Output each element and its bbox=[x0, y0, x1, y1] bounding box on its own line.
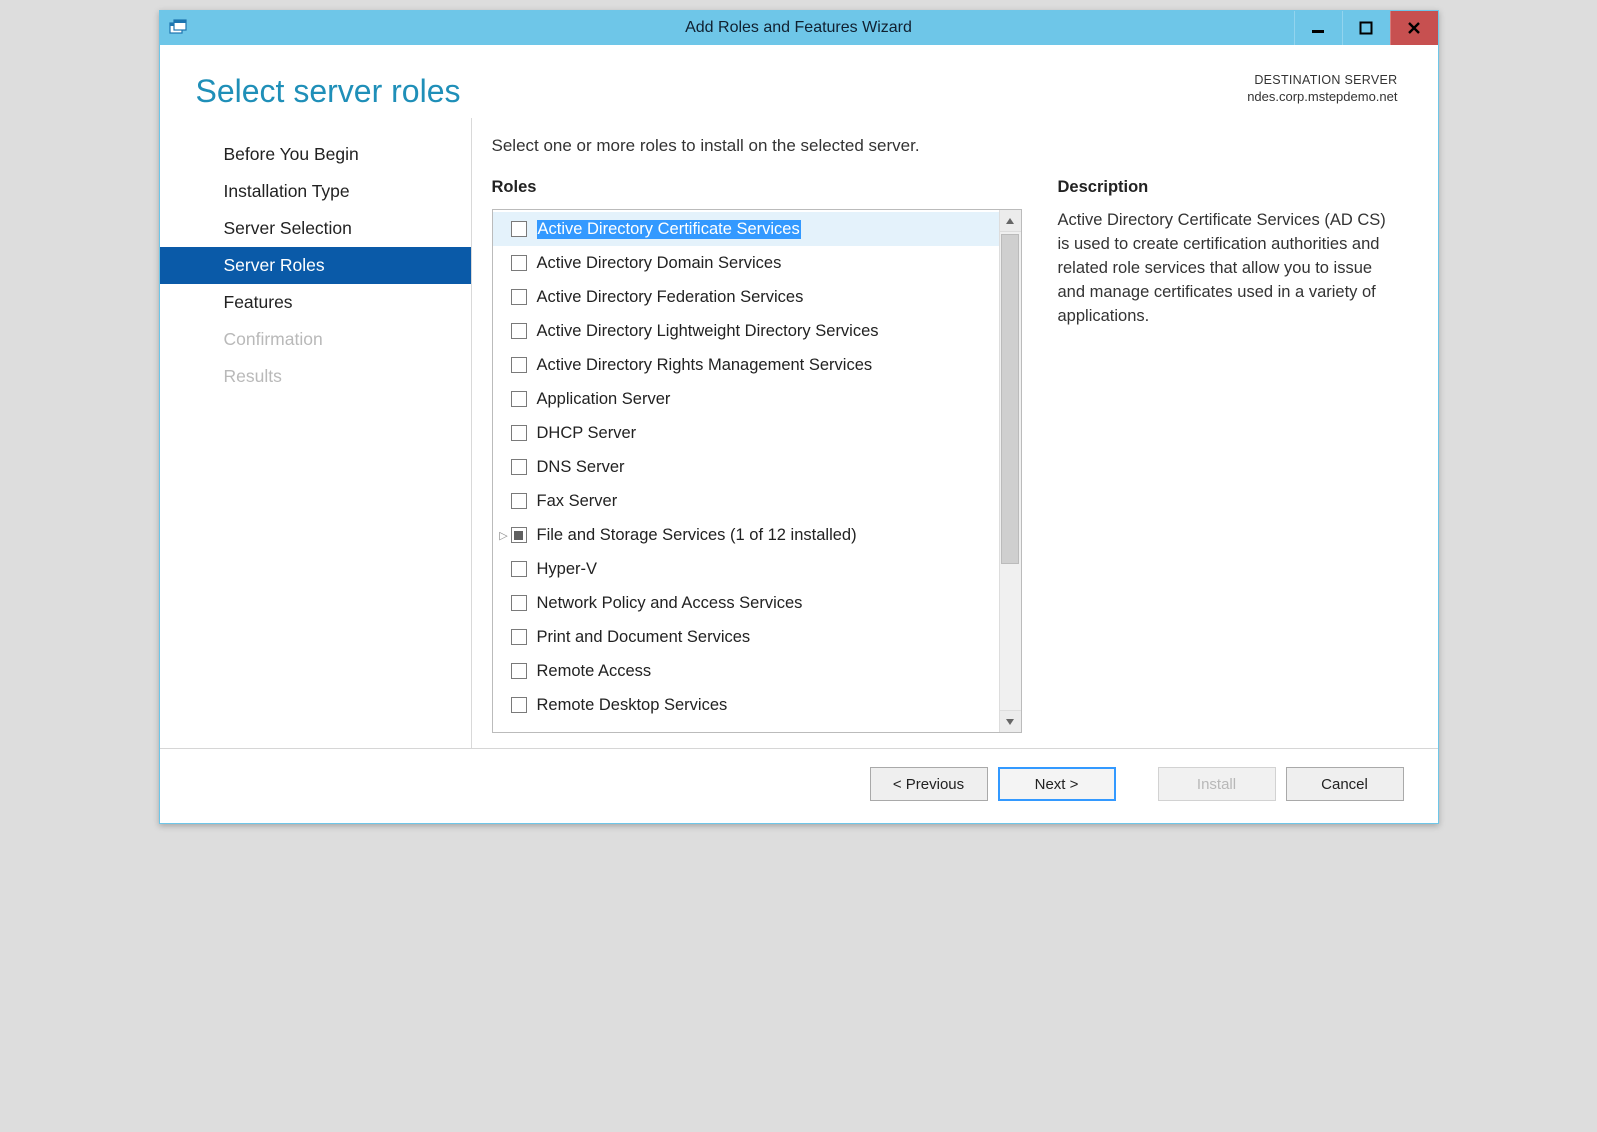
role-checkbox[interactable] bbox=[511, 629, 527, 645]
nav-installation-type[interactable]: Installation Type bbox=[160, 173, 471, 210]
description-heading: Description bbox=[1058, 178, 1400, 197]
role-label: Remote Desktop Services bbox=[537, 696, 728, 715]
destination-server: ndes.corp.mstepdemo.net bbox=[1247, 89, 1397, 104]
scroll-down-button[interactable] bbox=[1000, 710, 1021, 732]
roles-scrollbar[interactable] bbox=[999, 210, 1021, 732]
minimize-button[interactable] bbox=[1294, 11, 1342, 45]
role-checkbox[interactable] bbox=[511, 323, 527, 339]
main-panel: Select one or more roles to install on t… bbox=[492, 118, 1400, 748]
role-row[interactable]: DHCP Server bbox=[493, 416, 999, 450]
role-label: Print and Document Services bbox=[537, 628, 751, 647]
nav-server-selection[interactable]: Server Selection bbox=[160, 210, 471, 247]
role-checkbox[interactable] bbox=[511, 221, 527, 237]
role-row[interactable]: Active Directory Rights Management Servi… bbox=[493, 348, 999, 382]
role-label: Active Directory Certificate Services bbox=[537, 220, 801, 239]
cancel-button[interactable]: Cancel bbox=[1286, 767, 1404, 801]
scroll-up-button[interactable] bbox=[1000, 210, 1021, 232]
window-title: Add Roles and Features Wizard bbox=[160, 19, 1438, 37]
role-label: Hyper-V bbox=[537, 560, 598, 579]
role-checkbox[interactable] bbox=[511, 289, 527, 305]
role-label: Active Directory Federation Services bbox=[537, 288, 804, 307]
role-label: Active Directory Domain Services bbox=[537, 254, 782, 273]
role-row[interactable]: Fax Server bbox=[493, 484, 999, 518]
role-label: Remote Access bbox=[537, 662, 652, 681]
role-checkbox[interactable] bbox=[511, 561, 527, 577]
role-label: Active Directory Rights Management Servi… bbox=[537, 356, 873, 375]
role-checkbox[interactable] bbox=[511, 425, 527, 441]
titlebar[interactable]: Add Roles and Features Wizard bbox=[160, 11, 1438, 45]
role-label: Network Policy and Access Services bbox=[537, 594, 803, 613]
role-checkbox[interactable] bbox=[511, 595, 527, 611]
role-row[interactable]: DNS Server bbox=[493, 450, 999, 484]
role-row[interactable]: Network Policy and Access Services bbox=[493, 586, 999, 620]
content-area: Select server roles DESTINATION SERVER n… bbox=[160, 45, 1438, 823]
close-button[interactable] bbox=[1390, 11, 1438, 45]
destination-label: DESTINATION SERVER bbox=[1247, 73, 1397, 87]
role-checkbox[interactable] bbox=[511, 527, 527, 543]
role-label: Active Directory Lightweight Directory S… bbox=[537, 322, 879, 341]
role-label: Fax Server bbox=[537, 492, 618, 511]
role-row[interactable]: Print and Document Services bbox=[493, 620, 999, 654]
description-text: Active Directory Certificate Services (A… bbox=[1058, 209, 1400, 329]
nav-server-roles[interactable]: Server Roles bbox=[160, 247, 471, 284]
role-checkbox[interactable] bbox=[511, 697, 527, 713]
scrollbar-thumb[interactable] bbox=[1001, 234, 1019, 564]
wizard-window: Add Roles and Features Wizard Select ser… bbox=[159, 10, 1439, 824]
roles-heading: Roles bbox=[492, 178, 1022, 197]
expand-arrow-icon[interactable]: ▷ bbox=[497, 529, 511, 542]
role-row[interactable]: Hyper-V bbox=[493, 552, 999, 586]
role-row[interactable]: Remote Access bbox=[493, 654, 999, 688]
install-button: Install bbox=[1158, 767, 1276, 801]
role-row[interactable]: Active Directory Lightweight Directory S… bbox=[493, 314, 999, 348]
role-checkbox[interactable] bbox=[511, 493, 527, 509]
previous-button[interactable]: < Previous bbox=[870, 767, 988, 801]
maximize-button[interactable] bbox=[1342, 11, 1390, 45]
role-checkbox[interactable] bbox=[511, 357, 527, 373]
window-controls bbox=[1294, 11, 1438, 45]
role-row[interactable]: ▷ File and Storage Services (1 of 12 inst… bbox=[493, 518, 999, 552]
nav-before-you-begin[interactable]: Before You Begin bbox=[160, 136, 471, 173]
footer-bar: < Previous Next > Install Cancel bbox=[160, 748, 1438, 823]
page-title: Select server roles bbox=[196, 73, 1248, 110]
role-checkbox[interactable] bbox=[511, 663, 527, 679]
role-checkbox[interactable] bbox=[511, 255, 527, 271]
role-row[interactable]: Active Directory Federation Services bbox=[493, 280, 999, 314]
destination-block: DESTINATION SERVER ndes.corp.mstepdemo.n… bbox=[1247, 73, 1397, 104]
role-label: File and Storage Services (1 of 12 insta… bbox=[537, 526, 857, 545]
role-row[interactable]: Active Directory Certificate Services bbox=[493, 212, 999, 246]
role-label: DNS Server bbox=[537, 458, 625, 477]
roles-listbox[interactable]: Active Directory Certificate Services Act… bbox=[492, 209, 1022, 733]
app-icon bbox=[168, 18, 188, 38]
role-row[interactable]: Application Server bbox=[493, 382, 999, 416]
role-row[interactable]: Active Directory Domain Services bbox=[493, 246, 999, 280]
nav-features[interactable]: Features bbox=[160, 284, 471, 321]
nav-confirmation: Confirmation bbox=[160, 321, 471, 358]
role-row[interactable]: Remote Desktop Services bbox=[493, 688, 999, 722]
role-label: DHCP Server bbox=[537, 424, 637, 443]
instruction-text: Select one or more roles to install on t… bbox=[492, 136, 1400, 156]
nav-results: Results bbox=[160, 358, 471, 395]
wizard-nav: Before You Begin Installation Type Serve… bbox=[160, 118, 472, 748]
next-button[interactable]: Next > bbox=[998, 767, 1116, 801]
role-checkbox[interactable] bbox=[511, 391, 527, 407]
role-label: Application Server bbox=[537, 390, 671, 409]
role-checkbox[interactable] bbox=[511, 459, 527, 475]
